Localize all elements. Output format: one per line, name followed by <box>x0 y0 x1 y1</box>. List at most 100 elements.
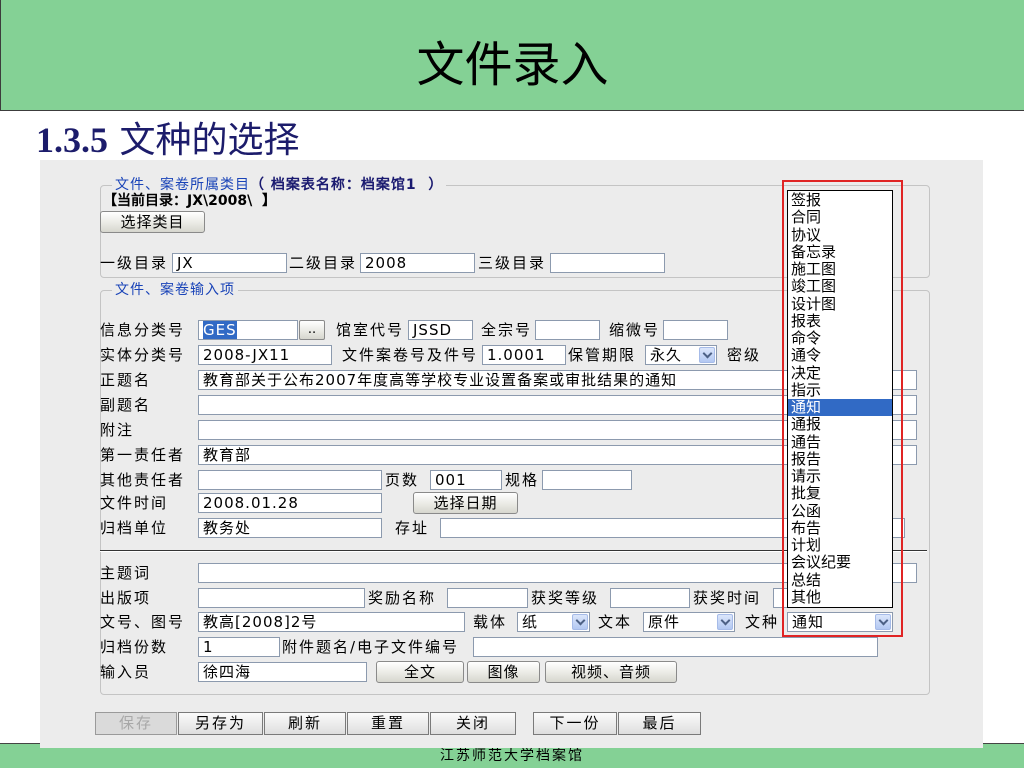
doc-type-option[interactable]: 布告 <box>788 519 892 537</box>
doc-type-option[interactable]: 合同 <box>788 208 892 226</box>
doc-type-label: 文种 <box>745 613 780 631</box>
doc-type-option[interactable]: 命令 <box>788 329 892 347</box>
fonds-no-input[interactable] <box>535 320 600 340</box>
doc-type-dropdown-list[interactable]: 签报 合同 协议 备忘录 施工图 竣工图 设计图 报表 命令 通令 决定 指示 … <box>787 190 893 608</box>
next-button[interactable]: 下一份 <box>533 712 617 735</box>
entity-class-label: 实体分类号 <box>100 346 186 364</box>
level1-input[interactable]: JX <box>172 253 287 273</box>
doc-type-option[interactable]: 通报 <box>788 415 892 433</box>
chevron-down-icon[interactable] <box>699 347 715 363</box>
select-category-button[interactable]: 选择类目 <box>100 211 205 233</box>
award-level-label: 获奖等级 <box>531 589 600 607</box>
microfilm-no-input[interactable] <box>663 320 728 340</box>
text-type-value: 原件 <box>648 613 681 631</box>
carrier-value: 纸 <box>522 613 539 631</box>
footer-text: 江苏师范大学档案馆 <box>440 748 584 764</box>
retention-label: 保管期限 <box>568 346 637 364</box>
doc-type-option[interactable]: 其他 <box>788 588 892 606</box>
other-author-label: 其他责任者 <box>100 471 186 489</box>
select-date-button[interactable]: 选择日期 <box>413 492 518 514</box>
archive-unit-input[interactable]: 教务处 <box>198 518 382 538</box>
doc-type-option[interactable]: 指示 <box>788 381 892 399</box>
doc-type-option[interactable]: 批复 <box>788 484 892 502</box>
archive-unit-label: 归档单位 <box>100 519 169 537</box>
doc-type-select[interactable]: 通知 <box>787 612 893 632</box>
retention-select[interactable]: 永久 <box>645 345 717 365</box>
doc-type-option[interactable]: 通令 <box>788 346 892 364</box>
operator-input[interactable]: 徐四海 <box>198 662 367 682</box>
close-button[interactable]: 关闭 <box>430 712 516 735</box>
subtitle-label: 副题名 <box>100 396 152 414</box>
award-name-input[interactable] <box>447 588 528 608</box>
doc-type-option[interactable]: 报表 <box>788 312 892 330</box>
doc-type-option[interactable]: 签报 <box>788 191 892 209</box>
carrier-label: 载体 <box>473 613 508 631</box>
category-legend-text: 文件、案卷所属类目 <box>115 177 250 193</box>
keywords-label: 主题词 <box>100 564 152 582</box>
copies-label: 归档份数 <box>100 638 169 656</box>
pages-label: 页数 <box>385 471 420 489</box>
carrier-select[interactable]: 纸 <box>517 612 590 632</box>
room-code-input[interactable]: JSSD <box>408 320 473 340</box>
doc-no-input[interactable]: 教高[2008]2号 <box>198 612 465 632</box>
doc-type-option[interactable]: 请示 <box>788 467 892 485</box>
chevron-down-icon[interactable] <box>572 614 588 630</box>
file-no-input[interactable]: 1.0001 <box>482 345 566 365</box>
fulltext-button[interactable]: 全文 <box>376 661 464 683</box>
doc-type-option[interactable]: 报告 <box>788 450 892 468</box>
operator-label: 输入员 <box>100 663 152 681</box>
refresh-button[interactable]: 刷新 <box>264 712 346 735</box>
info-class-input[interactable]: GES <box>198 320 298 340</box>
doc-type-option[interactable]: 施工图 <box>788 260 892 278</box>
location-label: 存址 <box>395 519 430 537</box>
doc-type-option[interactable]: 备忘录 <box>788 243 892 261</box>
doc-type-option[interactable]: 设计图 <box>788 295 892 313</box>
level3-input[interactable] <box>550 253 665 273</box>
level2-input[interactable]: 2008 <box>360 253 475 273</box>
entity-class-input[interactable]: 2008-JX11 <box>198 345 332 365</box>
info-class-label: 信息分类号 <box>100 321 186 339</box>
doc-type-value: 通知 <box>792 613 825 631</box>
publication-label: 出版项 <box>100 589 152 607</box>
slide-title: 文件录入 <box>416 37 609 93</box>
doc-type-option[interactable]: 通知 <box>788 398 892 417</box>
doc-type-option[interactable]: 总结 <box>788 571 892 589</box>
input-group-legend: 文件、案卷输入项 <box>112 281 238 299</box>
doc-type-option[interactable]: 决定 <box>788 364 892 382</box>
info-class-browse-button[interactable]: .. <box>299 320 325 340</box>
title-label: 正题名 <box>100 371 152 389</box>
spec-input[interactable] <box>542 470 632 490</box>
other-author-input[interactable] <box>198 470 382 490</box>
chevron-down-icon[interactable] <box>875 614 891 630</box>
doc-type-option[interactable]: 协议 <box>788 226 892 244</box>
section-title: 文种的选择 <box>119 120 300 161</box>
doc-type-option[interactable]: 会议纪要 <box>788 553 892 571</box>
text-type-select[interactable]: 原件 <box>643 612 735 632</box>
doc-type-option[interactable]: 竣工图 <box>788 277 892 295</box>
info-class-selected-text: GES <box>203 321 237 339</box>
note-label: 附注 <box>100 421 135 439</box>
file-date-input[interactable]: 2008.01.28 <box>198 493 382 513</box>
archive-entry-form: 文件、案卷所属类目（ 档案表名称：档案馆1 ） 【当前目录：JX\2008\ 】… <box>40 160 983 748</box>
reset-button[interactable]: 重置 <box>347 712 429 735</box>
last-button[interactable]: 最后 <box>618 712 701 735</box>
doc-type-option[interactable]: 公函 <box>788 502 892 520</box>
copies-input[interactable]: 1 <box>198 637 280 657</box>
video-audio-button[interactable]: 视频、音频 <box>545 661 677 683</box>
slide-header: 文件录入 <box>0 0 1024 111</box>
retention-value: 永久 <box>650 346 683 364</box>
image-button[interactable]: 图像 <box>467 661 540 683</box>
save-button[interactable]: 保存 <box>95 712 177 735</box>
section-number: 1.3.5 <box>36 120 108 160</box>
category-group-legend: 文件、案卷所属类目（ 档案表名称：档案馆1 ） <box>112 176 447 194</box>
archive-table-name: （ 档案表名称：档案馆1 ） <box>250 177 444 193</box>
award-level-input[interactable] <box>610 588 690 608</box>
secrecy-label: 密级 <box>727 346 762 364</box>
chevron-down-icon[interactable] <box>717 614 733 630</box>
save-as-button[interactable]: 另存为 <box>178 712 263 735</box>
attachment-input[interactable] <box>473 637 878 657</box>
publication-input[interactable] <box>198 588 365 608</box>
doc-type-option[interactable]: 计划 <box>788 536 892 554</box>
pages-input[interactable]: 001 <box>430 470 502 490</box>
doc-type-option[interactable]: 通告 <box>788 433 892 451</box>
